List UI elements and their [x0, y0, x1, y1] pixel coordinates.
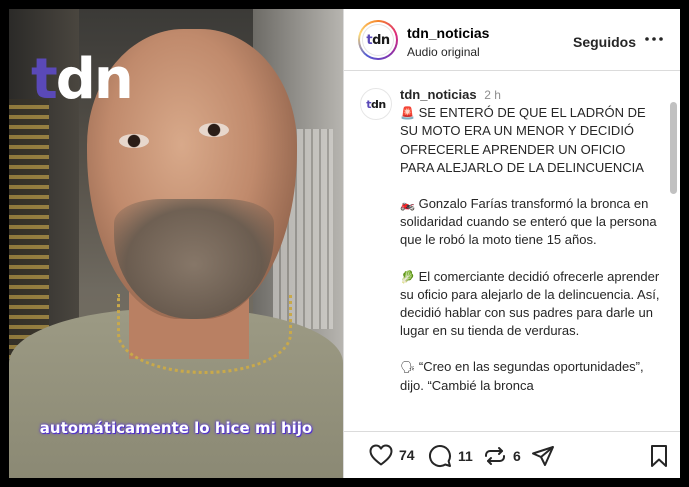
- background-window: [9, 99, 49, 359]
- caption-text: tdn_noticias 2 h 🚨 SE ENTERÓ DE QUE EL L…: [400, 86, 662, 413]
- like-count: 74: [399, 447, 415, 463]
- comment-count: 11: [458, 448, 473, 464]
- person-chain: [117, 294, 292, 374]
- more-options-button[interactable]: [642, 27, 666, 51]
- caption-area[interactable]: t dn tdn_noticias 2 h 🚨 SE ENTERÓ DE QUE …: [344, 72, 680, 430]
- caption-scrollbar[interactable]: [670, 102, 677, 194]
- caption-headline: SE ENTERÓ DE QUE EL LADRÓN DE SU MOTO ER…: [400, 105, 646, 175]
- comment-button[interactable]: 11: [428, 444, 473, 468]
- more-horizontal-icon: [645, 37, 663, 41]
- heart-icon: [369, 444, 393, 466]
- siren-emoji: 🚨: [400, 106, 415, 121]
- action-bar: 74 11 6: [344, 431, 680, 478]
- repost-count: 6: [513, 448, 521, 464]
- repost-button[interactable]: 6: [483, 444, 521, 468]
- reel-frame: tdn automáticamente lo hice mi hijo t dn …: [9, 9, 680, 478]
- comment-icon: [429, 445, 451, 468]
- caption-paragraph-3: “Creo en las segundas oportunidades”, di…: [400, 359, 644, 393]
- audio-link[interactable]: Audio original: [407, 45, 480, 59]
- save-button[interactable]: [649, 444, 669, 468]
- like-button[interactable]: 74: [369, 444, 415, 466]
- person-eye-right: [199, 123, 229, 137]
- post-header: t dn tdn_noticias Audio original Seguidos: [344, 9, 680, 71]
- repost-icon: [485, 447, 505, 465]
- speaking-head-emoji: 🗣: [400, 360, 416, 375]
- following-button[interactable]: Seguidos: [573, 34, 636, 50]
- post-panel: t dn tdn_noticias Audio original Seguidos…: [343, 9, 680, 478]
- post-timestamp: 2 h: [484, 88, 501, 102]
- caption-paragraph-2: El comerciante decidió ofrecerle aprende…: [400, 268, 660, 339]
- leafy-green-emoji: 🥬: [400, 269, 415, 284]
- caption-author-username[interactable]: tdn_noticias: [400, 87, 477, 102]
- tdn-watermark-logo: tdn: [31, 47, 134, 112]
- profile-avatar[interactable]: t dn: [358, 20, 398, 60]
- bookmark-icon: [651, 445, 667, 467]
- video-subtitle: automáticamente lo hice mi hijo: [39, 419, 313, 437]
- caption-paragraph-1: Gonzalo Farías transformó la bronca en s…: [400, 196, 657, 248]
- caption-author-avatar[interactable]: t dn: [360, 88, 392, 120]
- send-icon: [532, 446, 554, 466]
- motorcycle-emoji: 🏍️: [400, 197, 415, 212]
- video-player[interactable]: tdn automáticamente lo hice mi hijo: [9, 9, 343, 478]
- profile-username[interactable]: tdn_noticias: [407, 25, 489, 41]
- share-button[interactable]: [531, 444, 555, 468]
- person-eye-left: [119, 134, 149, 148]
